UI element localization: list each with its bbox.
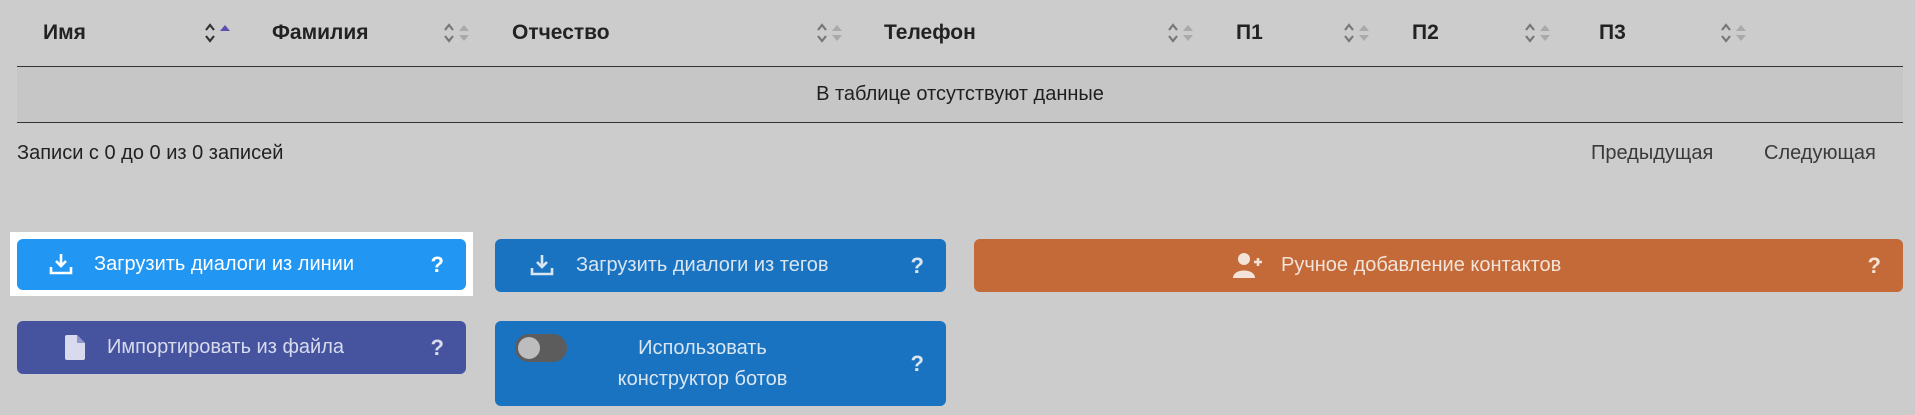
button-label: Загрузить диалоги из линии	[94, 253, 355, 275]
column-header-p3[interactable]: П3	[1599, 0, 1699, 66]
manual-add-contacts-button[interactable]: Ручное добавление контактов ?	[974, 239, 1903, 292]
pagination-next[interactable]: Следующая	[1764, 142, 1876, 165]
bot-builder-label: Использовать конструктор ботов	[617, 337, 788, 390]
help-icon[interactable]: ?	[431, 252, 444, 278]
column-label: П2	[1412, 21, 1439, 44]
button-label: Ручное добавление контактов	[1281, 254, 1562, 276]
help-icon[interactable]: ?	[911, 253, 924, 279]
column-label: Отчество	[512, 21, 610, 44]
download-icon	[530, 253, 554, 277]
button-label: Импортировать из файла	[107, 336, 345, 358]
pagination-previous[interactable]: Предыдущая	[1591, 142, 1713, 165]
help-icon[interactable]: ?	[431, 335, 444, 361]
column-header-p2[interactable]: П2	[1412, 0, 1512, 66]
column-label: Имя	[43, 21, 86, 44]
sort-icon[interactable]	[816, 22, 843, 44]
sort-icon[interactable]	[1343, 22, 1370, 44]
bot-builder-toggle[interactable]	[515, 334, 567, 362]
sort-icon[interactable]	[1524, 22, 1551, 44]
column-label: П1	[1236, 21, 1263, 44]
column-label: Телефон	[884, 21, 976, 44]
sort-icon[interactable]	[1720, 22, 1747, 44]
contacts-table: Имя Фамилия Отчество Телефон П1 П2 П3 В …	[17, 0, 1903, 123]
column-header-last-name[interactable]: Фамилия	[272, 0, 472, 66]
load-dialogs-from-tags-button[interactable]: Загрузить диалоги из тегов ?	[495, 239, 946, 292]
sort-icon[interactable]	[443, 22, 470, 44]
toggle-knob	[518, 337, 540, 359]
empty-table-message: В таблице отсутствуют данные	[17, 67, 1903, 123]
column-header-p1[interactable]: П1	[1236, 0, 1336, 66]
sort-icon[interactable]	[204, 22, 231, 44]
column-header-middle-name[interactable]: Отчество	[512, 0, 712, 66]
load-dialogs-from-line-button[interactable]: Загрузить диалоги из линии ?	[17, 239, 466, 290]
file-icon	[65, 335, 85, 360]
sort-icon[interactable]	[1167, 22, 1194, 44]
column-label: Фамилия	[272, 21, 369, 44]
download-icon	[49, 252, 73, 276]
table-header: Имя Фамилия Отчество Телефон П1 П2 П3	[17, 0, 1903, 67]
column-header-phone[interactable]: Телефон	[884, 0, 1084, 66]
add-user-icon	[1233, 252, 1263, 278]
import-from-file-button[interactable]: Импортировать из файла ?	[17, 321, 466, 374]
column-label: П3	[1599, 21, 1626, 44]
table-info: Записи с 0 до 0 из 0 записей	[17, 142, 284, 164]
help-icon[interactable]: ?	[1868, 253, 1881, 279]
use-bot-builder-panel: Использовать конструктор ботов ?	[495, 321, 946, 406]
help-icon[interactable]: ?	[911, 351, 924, 377]
button-label: Загрузить диалоги из тегов	[576, 254, 829, 276]
